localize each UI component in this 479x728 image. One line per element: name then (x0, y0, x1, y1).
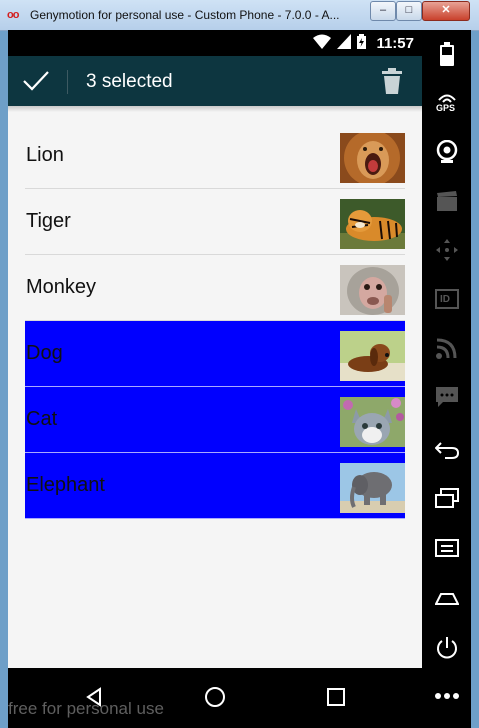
sms-widget-icon[interactable] (422, 382, 471, 412)
genymotion-logo-icon: oo (7, 9, 19, 21)
screencast-widget-icon[interactable] (422, 186, 471, 216)
home-button[interactable] (200, 682, 230, 712)
recents-button[interactable] (321, 682, 351, 712)
gps-label: GPS (436, 103, 456, 113)
genymotion-toolbar: GPS ID (422, 30, 471, 728)
elephant-thumbnail (340, 463, 405, 513)
id-label: ID (440, 294, 450, 305)
power-icon[interactable] (422, 633, 471, 663)
wifi-icon (313, 34, 331, 49)
cell-signal-icon (337, 34, 351, 49)
menu-icon[interactable] (422, 533, 471, 563)
phone-screen: 11:57 3 selected Lion Tiger Monkey Dog C… (8, 30, 422, 668)
close-window-button[interactable]: ✕ (422, 1, 470, 21)
done-check-icon[interactable] (22, 69, 50, 93)
list-item-label: Tiger (26, 210, 71, 232)
watermark-text: free for personal use (8, 699, 164, 718)
list-item-elephant[interactable]: Elephant (25, 453, 405, 519)
list-item-monkey[interactable]: Monkey (25, 255, 405, 321)
recent-apps-icon[interactable] (422, 483, 471, 513)
list-item-label: Lion (26, 144, 64, 166)
home-icon[interactable] (422, 583, 471, 613)
status-bar: 11:57 (8, 30, 422, 56)
more-options-icon[interactable] (422, 681, 471, 711)
list-item-tiger[interactable]: Tiger (25, 189, 405, 255)
battery-widget-icon[interactable] (422, 39, 471, 69)
android-nav-bar (8, 668, 422, 728)
network-rss-widget-icon[interactable] (422, 333, 471, 363)
webcam-widget-icon[interactable] (422, 137, 471, 167)
contextual-action-bar: 3 selected (8, 56, 422, 106)
dog-thumbnail (340, 331, 405, 381)
selection-count: 3 selected (86, 71, 173, 92)
window-titlebar: oo Genymotion for personal use - Custom … (0, 0, 479, 31)
window-title: Genymotion for personal use - Custom Pho… (30, 8, 340, 22)
list-item-label: Monkey (26, 276, 97, 298)
list-item-label: Dog (26, 342, 63, 364)
battery-icon (357, 34, 366, 49)
list-item-label: Cat (26, 408, 58, 430)
home-circle-icon (205, 687, 225, 707)
lion-thumbnail (340, 133, 405, 183)
cat-thumbnail (340, 397, 405, 447)
tiger-thumbnail (340, 199, 405, 249)
minimize-button[interactable]: – (370, 1, 396, 21)
delete-trash-icon[interactable] (380, 68, 404, 94)
list-item-dog[interactable]: Dog (25, 321, 405, 387)
maximize-button[interactable]: □ (396, 1, 422, 21)
recents-square-icon (327, 688, 345, 706)
action-bar-divider (67, 70, 68, 94)
list-item-label: Elephant (26, 474, 105, 496)
list-item-cat[interactable]: Cat (25, 387, 405, 453)
back-arrow-icon[interactable] (422, 435, 471, 465)
dpad-widget-icon[interactable] (422, 235, 471, 265)
status-time: 11:57 (376, 35, 414, 52)
list-item-lion[interactable]: Lion (25, 123, 405, 189)
monkey-thumbnail (340, 265, 405, 315)
animal-list: Lion Tiger Monkey Dog Cat Elephant (25, 123, 405, 519)
